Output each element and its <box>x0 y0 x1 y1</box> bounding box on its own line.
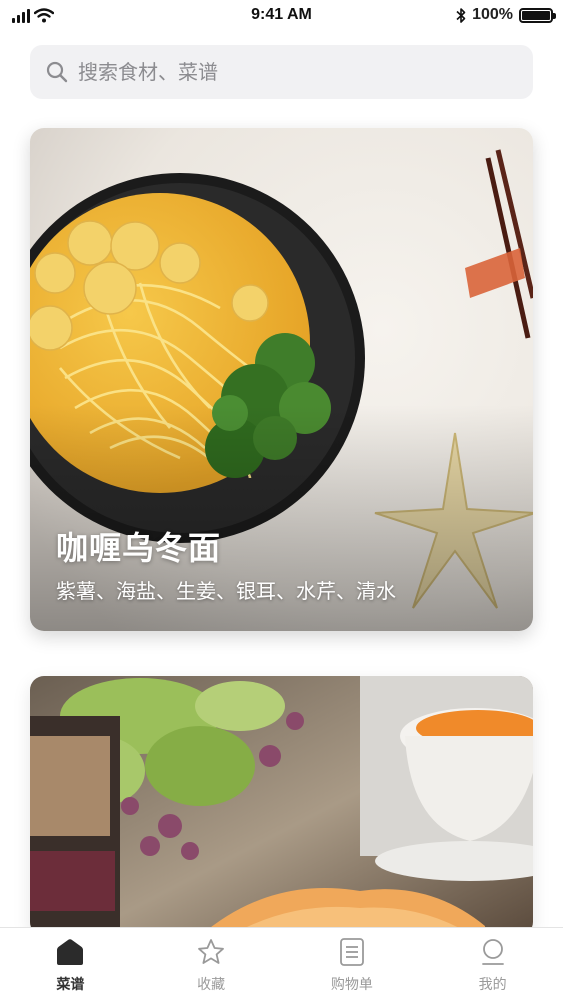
list-icon <box>339 938 364 966</box>
tab-recipes[interactable]: 菜谱 <box>0 928 141 1000</box>
status-right: 100% <box>456 6 556 24</box>
recipe-card[interactable] <box>30 676 533 936</box>
recipe-card[interactable]: 咖喱乌冬面 紫薯、海盐、生姜、银耳、水芹、清水 <box>30 128 533 631</box>
tab-profile[interactable]: 我的 <box>422 928 563 1000</box>
search-bar[interactable] <box>30 45 533 99</box>
home-icon <box>57 939 84 965</box>
tab-label: 菜谱 <box>56 977 85 993</box>
status-bar: 9:41 AM 100% <box>0 0 563 34</box>
recipe-image <box>30 676 533 936</box>
search-icon <box>46 61 68 83</box>
tab-label: 购物单 <box>330 977 373 993</box>
search-input[interactable] <box>78 60 498 84</box>
user-icon <box>481 939 504 965</box>
tab-label: 我的 <box>478 977 507 993</box>
tab-label: 收藏 <box>197 977 226 993</box>
battery-icon <box>519 7 556 23</box>
tab-bar: 菜谱 收藏 购物单 我的 <box>0 927 563 1000</box>
recipe-title: 咖喱乌冬面 <box>56 529 222 567</box>
bluetooth-icon <box>456 7 466 23</box>
recipe-ingredients: 紫薯、海盐、生姜、银耳、水芹、清水 <box>56 579 396 603</box>
star-icon <box>198 939 225 964</box>
tab-shopping-list[interactable]: 购物单 <box>282 928 423 1000</box>
tab-favorites[interactable]: 收藏 <box>141 928 282 1000</box>
battery-percent: 100% <box>472 6 513 23</box>
